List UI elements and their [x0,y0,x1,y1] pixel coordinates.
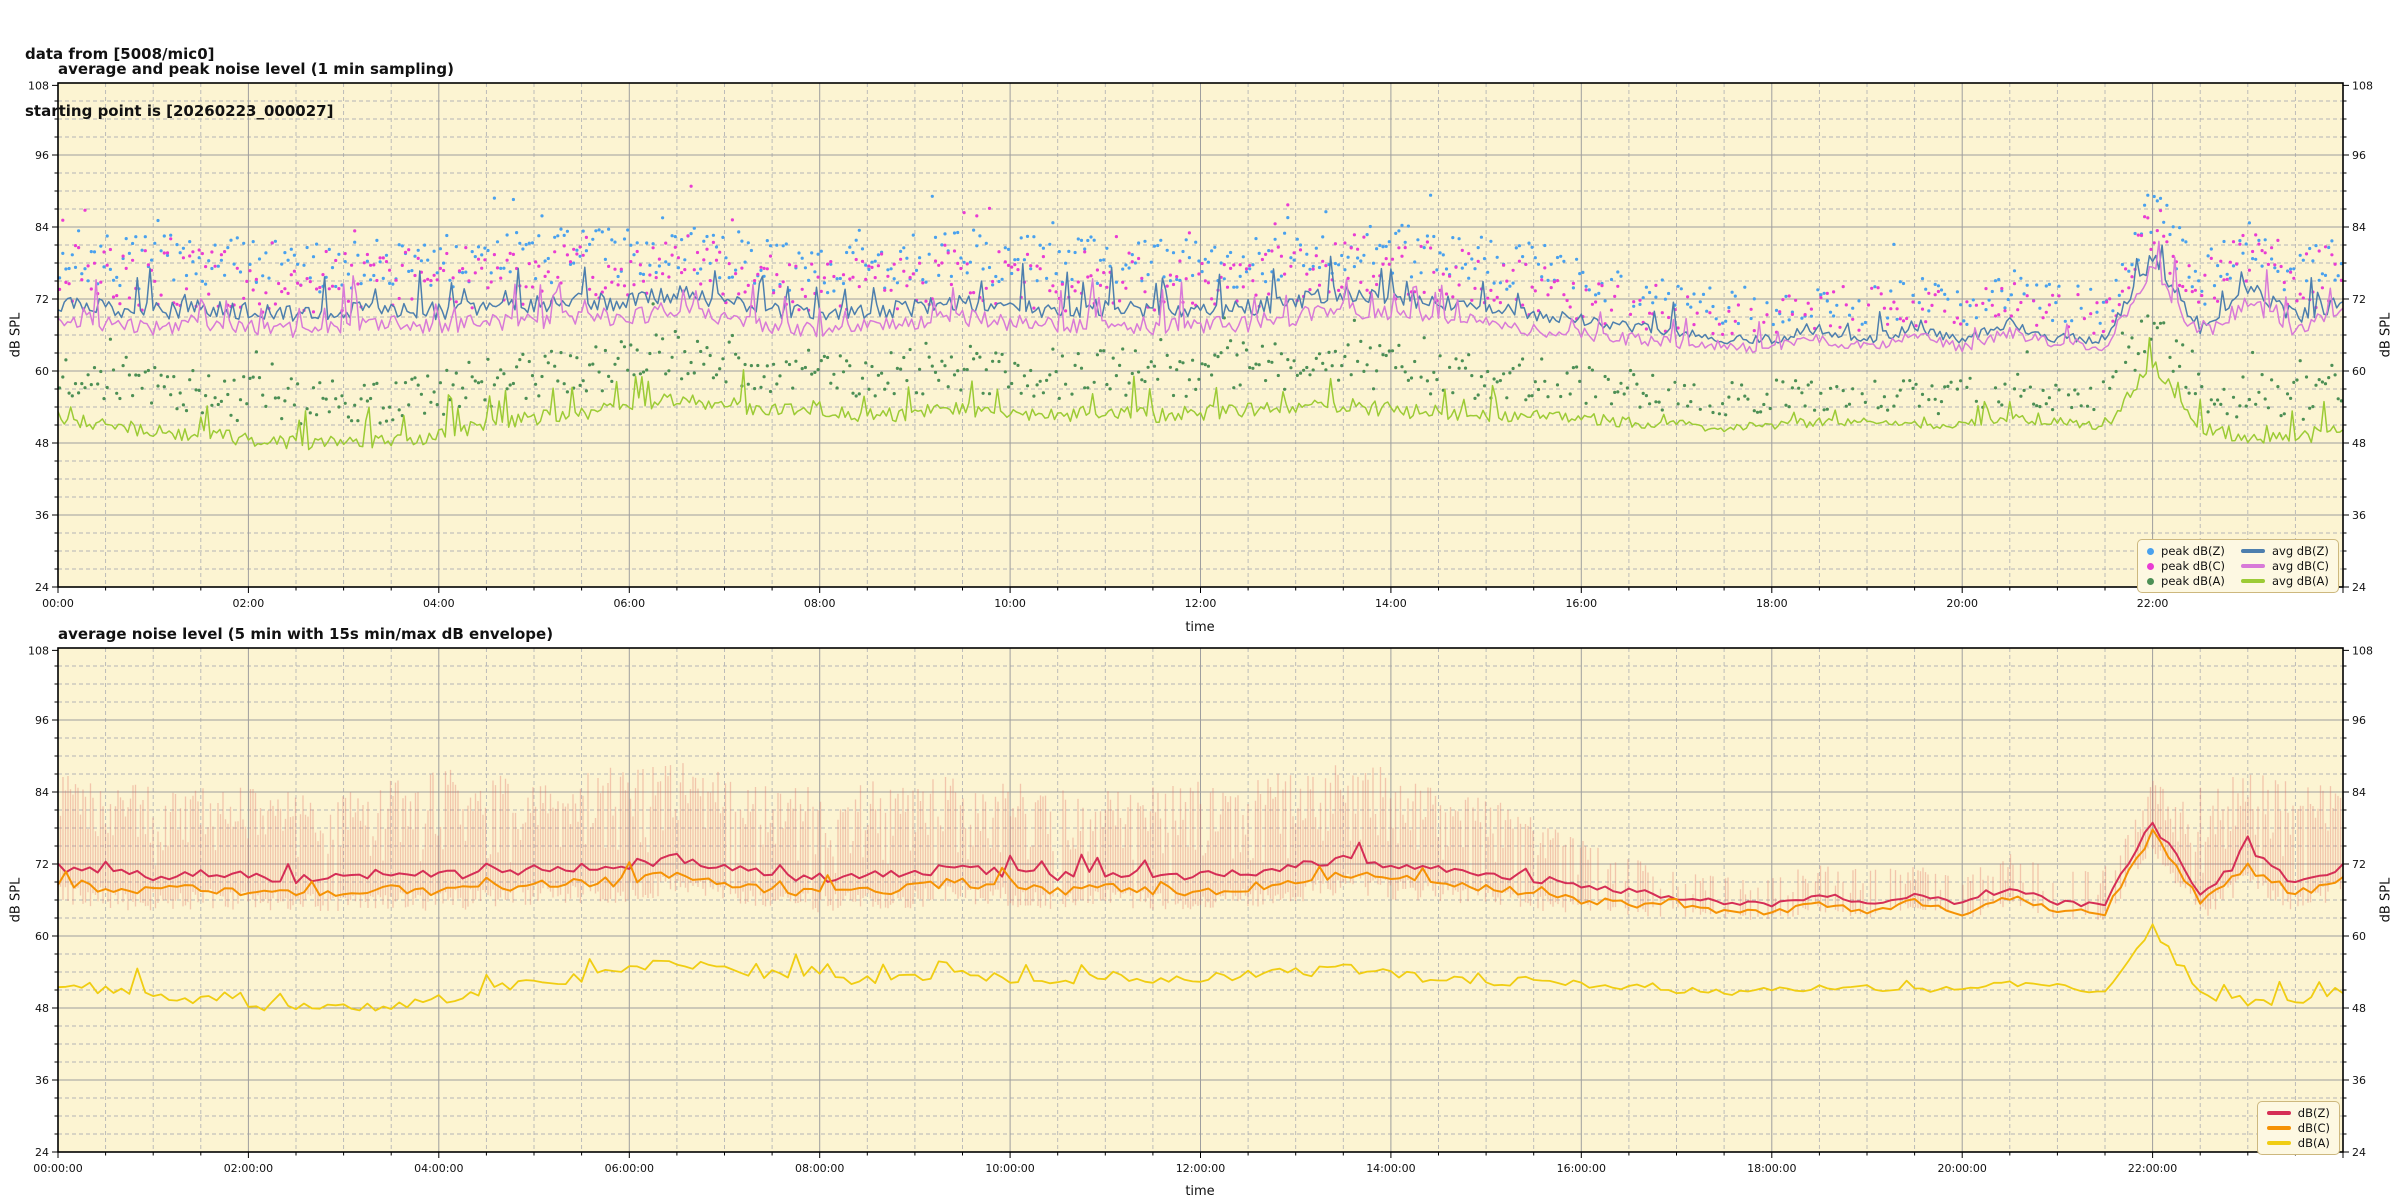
legend-label: avg dB(A) [2272,574,2329,588]
legend-dot-marker-icon [2147,563,2154,570]
x-tick-label: 20:00 [1946,597,1978,610]
y-tick-label: 48 [35,1002,49,1015]
y-tick-label: 96 [35,714,49,727]
legend-label: avg dB(C) [2272,559,2329,573]
x-tick-label: 08:00 [804,597,836,610]
legend-entry-peak-db-c: peak dB(C) [2147,559,2225,573]
y2-tick-label: 96 [2352,149,2366,162]
y-tick-label: 72 [35,858,49,871]
y-tick-label: 72 [35,293,49,306]
top-chart-xlabel: time [1185,620,1214,635]
x-tick-label: 00:00 [42,597,74,610]
legend-column: peak dB(Z)peak dB(C)peak dB(A) [2147,544,2225,588]
legend-entry-avg-db-c: avg dB(C) [2241,559,2329,573]
x-tick-label: 14:00 [1375,597,1407,610]
y2-tick-label: 108 [2352,644,2373,657]
legend-entry-db-a: dB(A) [2267,1136,2330,1150]
y2-tick-label: 84 [2352,786,2366,799]
y-tick-label: 48 [35,437,49,450]
x-tick-label: 22:00 [2137,597,2169,610]
legend-dot-marker-icon [2147,548,2154,555]
top-chart-ylabel-right: dB SPL [2379,313,2394,358]
x-tick-label: 12:00 [1185,597,1217,610]
legend-label: peak dB(C) [2161,559,2225,573]
top-chart-legend: peak dB(Z)peak dB(C)peak dB(A)avg dB(Z)a… [2137,539,2339,593]
top-chart-title: average and peak noise level (1 min samp… [58,60,454,78]
legend-line-marker-icon [2267,1141,2291,1145]
legend-label: dB(Z) [2298,1106,2330,1120]
legend-entry-db-z: dB(Z) [2267,1106,2330,1120]
y-tick-label: 60 [35,930,49,943]
x-tick-label: 02:00 [233,597,265,610]
x-tick-label: 18:00:00 [1747,1162,1796,1175]
x-tick-label: 22:00:00 [2128,1162,2177,1175]
x-tick-label: 20:00:00 [1937,1162,1986,1175]
legend-entry-avg-db-z: avg dB(Z) [2241,544,2329,558]
x-tick-label: 06:00 [613,597,645,610]
header-line2: starting point is [20260223_000027] [25,102,333,121]
legend-label: dB(C) [2298,1121,2330,1135]
x-tick-label: 04:00 [423,597,455,610]
legend-label: dB(A) [2298,1136,2330,1150]
y2-tick-label: 60 [2352,365,2366,378]
x-tick-label: 04:00:00 [414,1162,463,1175]
bottom-chart-xlabel: time [1185,1184,1214,1199]
y2-tick-label: 48 [2352,437,2366,450]
y2-tick-label: 36 [2352,509,2366,522]
legend-entry-avg-db-a: avg dB(A) [2241,574,2329,588]
legend-line-marker-icon [2267,1111,2291,1115]
y2-tick-label: 24 [2352,581,2366,594]
y-tick-label: 84 [35,786,49,799]
y-tick-label: 60 [35,365,49,378]
y-tick-label: 24 [35,1146,49,1159]
legend-entry-peak-db-a: peak dB(A) [2147,574,2225,588]
x-tick-label: 10:00:00 [985,1162,1034,1175]
x-tick-label: 16:00:00 [1557,1162,1606,1175]
legend-column: dB(Z)dB(C)dB(A) [2267,1106,2330,1150]
bottom-chart-ylabel-right: dB SPL [2379,878,2394,923]
x-tick-label: 18:00 [1756,597,1788,610]
legend-column: avg dB(Z)avg dB(C)avg dB(A) [2241,544,2329,588]
legend-line-marker-icon [2241,579,2265,583]
y-tick-label: 108 [28,644,49,657]
legend-line-marker-icon [2241,564,2265,568]
y2-tick-label: 24 [2352,1146,2366,1159]
legend-entry-peak-db-z: peak dB(Z) [2147,544,2225,558]
bottom-chart-title: average noise level (5 min with 15s min/… [58,625,553,643]
y2-tick-label: 72 [2352,293,2366,306]
y-tick-label: 36 [35,509,49,522]
x-tick-label: 06:00:00 [605,1162,654,1175]
noise-monitor-page: { "header": { "line1": "data from [5008/… [0,0,2400,1200]
y2-tick-label: 108 [2352,79,2373,92]
y2-tick-label: 96 [2352,714,2366,727]
x-tick-label: 08:00:00 [795,1162,844,1175]
bottom-chart-ylabel-left: dB SPL [9,878,24,923]
legend-label: avg dB(Z) [2272,544,2329,558]
x-tick-label: 02:00:00 [224,1162,273,1175]
y-tick-label: 24 [35,581,49,594]
y2-tick-label: 60 [2352,930,2366,943]
legend-entry-db-c: dB(C) [2267,1121,2330,1135]
y-tick-label: 84 [35,221,49,234]
legend-label: peak dB(Z) [2161,544,2225,558]
y-tick-label: 96 [35,149,49,162]
x-tick-label: 12:00:00 [1176,1162,1225,1175]
x-tick-label: 14:00:00 [1366,1162,1415,1175]
y2-tick-label: 72 [2352,858,2366,871]
x-tick-label: 16:00 [1565,597,1597,610]
legend-dot-marker-icon [2147,578,2154,585]
bottom-chart-legend: dB(Z)dB(C)dB(A) [2257,1101,2340,1155]
y-tick-label: 36 [35,1074,49,1087]
legend-label: peak dB(A) [2161,574,2225,588]
y2-tick-label: 48 [2352,1002,2366,1015]
x-tick-label: 10:00 [994,597,1026,610]
charts-canvas: 24 24 36 36 48 48 60 60 72 72 84 84 96 96 108 108 00:00 0… [0,0,2400,1200]
x-tick-label: 00:00:00 [33,1162,82,1175]
top-chart-ylabel-left: dB SPL [9,313,24,358]
y2-tick-label: 36 [2352,1074,2366,1087]
legend-line-marker-icon [2267,1126,2291,1130]
legend-line-marker-icon [2241,549,2265,553]
y2-tick-label: 84 [2352,221,2366,234]
